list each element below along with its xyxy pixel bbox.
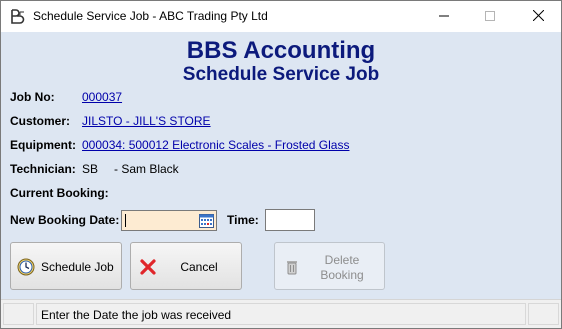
status-pane-left	[3, 303, 34, 325]
customer-link[interactable]: JILSTO - JILL'S STORE	[82, 114, 211, 128]
cancel-label: Cancel	[180, 260, 218, 274]
schedule-service-job-window: Schedule Service Job - ABC Trading Pty L…	[0, 0, 562, 329]
status-message: Enter the Date the job was received	[41, 308, 232, 322]
schedule-job-label: Schedule Job	[41, 260, 114, 274]
new-booking-date-label: New Booking Date:	[10, 213, 120, 227]
form-content: BBS Accounting Schedule Service Job Job …	[1, 32, 561, 299]
text-caret	[125, 214, 126, 227]
job-no-link[interactable]: 000037	[82, 90, 122, 104]
maximize-button[interactable]	[467, 1, 513, 32]
app-logo-icon	[9, 8, 27, 26]
technician-code: SB	[82, 162, 99, 176]
customer-label: Customer:	[10, 114, 71, 128]
form-heading: Schedule Service Job	[182, 64, 380, 85]
status-bar: Enter the Date the job was received	[1, 299, 561, 328]
technician-name: - Sam Black	[114, 162, 179, 176]
app-heading: BBS Accounting	[186, 37, 376, 64]
clock-icon	[17, 258, 35, 276]
delete-booking-label-line1: Delete	[324, 253, 360, 267]
close-button[interactable]	[515, 1, 561, 32]
minimize-icon	[439, 8, 449, 26]
equipment-label: Equipment:	[10, 138, 76, 152]
time-input[interactable]	[266, 210, 314, 230]
technician-label: Technician:	[10, 162, 76, 176]
delete-booking-label-line2: Booking	[320, 268, 364, 282]
schedule-job-button[interactable]: Schedule Job	[10, 242, 122, 290]
delete-booking-button[interactable]: Delete Booking	[274, 242, 385, 290]
delete-booking-label: Delete Booking	[309, 253, 375, 283]
cancel-button[interactable]: Cancel	[130, 242, 242, 290]
equipment-link[interactable]: 000034: 500012 Electronic Scales - Frost…	[82, 138, 349, 152]
window-title: Schedule Service Job - ABC Trading Pty L…	[33, 9, 268, 23]
trash-bin-icon	[283, 258, 301, 276]
new-booking-date-field[interactable]	[121, 210, 217, 231]
status-pane-message: Enter the Date the job was received	[36, 303, 526, 325]
calendar-icon[interactable]	[198, 212, 215, 229]
job-no-label: Job No:	[10, 90, 55, 104]
status-pane-right	[528, 303, 559, 325]
close-icon	[532, 8, 544, 26]
maximize-icon	[485, 8, 495, 26]
current-booking-label: Current Booking:	[10, 186, 109, 200]
time-label: Time:	[227, 213, 259, 227]
new-booking-date-input[interactable]	[123, 212, 195, 229]
title-bar[interactable]: Schedule Service Job - ABC Trading Pty L…	[1, 1, 561, 32]
minimize-button[interactable]	[421, 1, 467, 32]
time-field[interactable]	[265, 209, 315, 231]
